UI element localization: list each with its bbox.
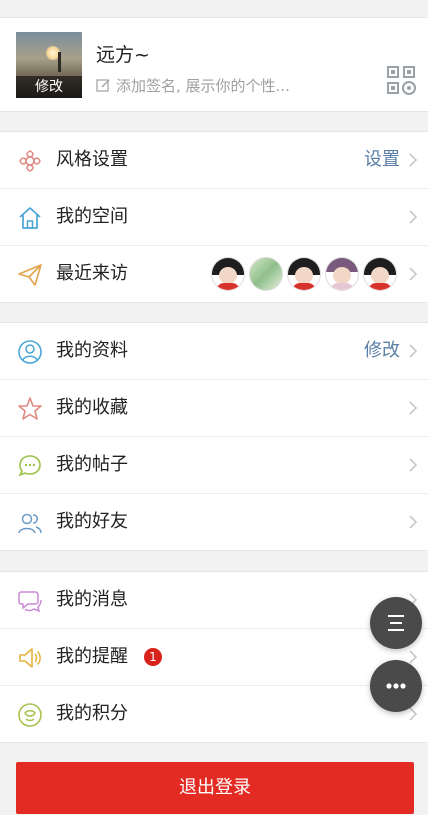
menu-item-my-posts[interactable]: 我的帖子 [0,437,428,494]
person-circle-icon [18,340,42,364]
menu-item-label: 最近来访 [56,263,128,284]
avatar[interactable]: 修改 [16,32,82,98]
visitor-avatars[interactable] [211,257,397,291]
visitor-avatar[interactable] [287,257,321,291]
menu-item-my-reminders[interactable]: 我的提醒 1 [0,629,428,686]
more-dots-icon [386,683,406,689]
menu-item-my-points[interactable]: 我的积分 [0,686,428,742]
menu-lines-icon [388,615,404,631]
chevron-right-icon [409,153,418,167]
visitor-avatar[interactable] [249,257,283,291]
signature-placeholder: 添加签名, 展示你的个性... [116,77,290,95]
chevron-right-icon [409,515,418,529]
logout-button[interactable]: 退出登录 [16,762,414,814]
chevron-right-icon [409,401,418,415]
floating-menu-button[interactable] [370,597,422,649]
avatar-figure [58,52,61,72]
menu-item-my-space[interactable]: 我的空间 [0,189,428,246]
star-icon [18,397,42,420]
profile-group: 我的资料 修改 我的收藏 我的帖子 我的好友 [0,322,428,551]
notification-badge: 1 [144,648,162,666]
menu-item-my-favorites[interactable]: 我的收藏 [0,380,428,437]
username: 远方~ [96,44,150,66]
messages-group: 我的消息 我的提醒 1 我的积分 [0,571,428,743]
messages-icon [18,591,42,613]
menu-item-label: 我的好友 [56,511,128,532]
friends-icon [18,513,42,534]
coin-icon [18,703,42,727]
menu-item-label: 我的帖子 [56,454,128,475]
chat-bubble-icon [18,455,41,477]
menu-item-label: 我的空间 [56,206,128,227]
menu-item-label: 我的积分 [56,703,128,724]
chevron-right-icon [409,344,418,358]
settings-group: 风格设置 设置 我的空间 最近来访 [0,131,428,303]
chevron-right-icon [409,267,418,281]
chevron-right-icon [409,210,418,224]
paper-plane-icon [18,264,42,286]
signature-field[interactable]: 添加签名, 展示你的个性... [96,75,290,96]
menu-item-label: 我的消息 [56,589,128,610]
menu-item-label: 我的收藏 [56,397,128,418]
menu-item-my-friends[interactable]: 我的好友 [0,494,428,550]
menu-item-my-profile[interactable]: 我的资料 修改 [0,323,428,380]
profile-card[interactable]: 修改 远方~ 添加签名, 展示你的个性... [0,17,428,112]
visitor-avatar[interactable] [325,257,359,291]
settings-link[interactable]: 设置 [364,148,400,172]
qr-code-icon[interactable] [386,65,416,95]
avatar-edit-button[interactable]: 修改 [16,76,82,98]
visitor-avatar[interactable] [363,257,397,291]
chevron-right-icon [409,458,418,472]
visitor-avatar[interactable] [211,257,245,291]
speaker-icon [19,648,41,668]
menu-item-label: 我的资料 [56,340,128,361]
edit-icon [96,79,110,92]
menu-item-label: 风格设置 [56,149,128,170]
menu-item-recent-visitors[interactable]: 最近来访 [0,246,428,302]
menu-item-label: 我的提醒 [56,646,128,667]
home-icon [19,207,41,229]
menu-item-style-settings[interactable]: 风格设置 设置 [0,132,428,189]
floating-more-button[interactable] [370,660,422,712]
menu-item-my-messages[interactable]: 我的消息 [0,572,428,629]
edit-profile-link[interactable]: 修改 [364,339,400,363]
flower-icon [19,150,41,172]
